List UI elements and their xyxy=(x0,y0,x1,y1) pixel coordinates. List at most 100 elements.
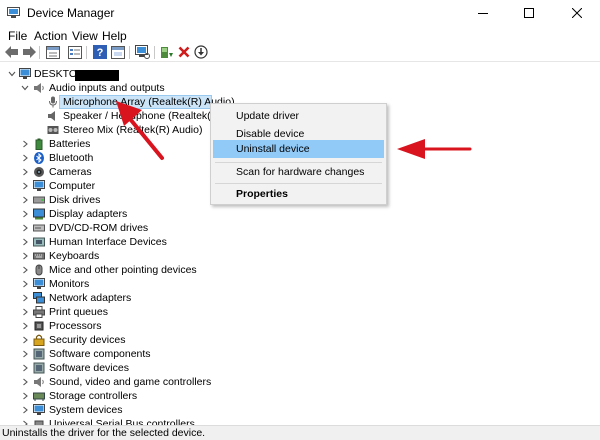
expand-icon[interactable] xyxy=(20,223,30,233)
update-driver-button[interactable] xyxy=(159,44,175,60)
update-driver-icon xyxy=(161,47,173,58)
security-device-icon xyxy=(33,334,45,346)
expand-icon[interactable] xyxy=(20,167,30,177)
expand-icon[interactable] xyxy=(20,391,30,401)
expand-icon[interactable] xyxy=(20,293,30,303)
collapse-icon[interactable] xyxy=(7,69,17,79)
category-label: DVD/CD-ROM drives xyxy=(49,222,149,234)
tree-root[interactable]: DESKTOP- xyxy=(0,67,600,81)
menu-item-uninstall-device[interactable]: Uninstall device xyxy=(213,140,384,158)
toolbar-separator xyxy=(154,46,155,59)
category-audio-inputs-outputs[interactable]: Audio inputs and outputs xyxy=(0,81,600,95)
category-keyboards[interactable]: Keyboards xyxy=(0,249,600,263)
uninstall-button[interactable] xyxy=(176,44,192,60)
keyboard-icon xyxy=(33,252,45,260)
speaker-icon xyxy=(34,83,44,93)
computer-icon xyxy=(19,68,31,79)
maximize-button[interactable] xyxy=(506,0,552,26)
close-icon xyxy=(572,8,582,18)
display-adapter-icon xyxy=(33,208,45,220)
forward-button[interactable] xyxy=(21,44,37,60)
back-button[interactable] xyxy=(4,44,20,60)
usb-icon xyxy=(34,420,44,425)
category-print-queues[interactable]: Print queues xyxy=(0,305,600,319)
disk-drive-icon xyxy=(33,196,45,204)
category-system-devices[interactable]: System devices xyxy=(0,403,600,417)
expand-icon[interactable] xyxy=(20,237,30,247)
scan-hardware-button[interactable] xyxy=(134,44,150,60)
collapse-icon[interactable] xyxy=(20,83,30,93)
menu-file[interactable]: File xyxy=(7,29,28,43)
expand-icon[interactable] xyxy=(20,363,30,373)
status-bar: Uninstalls the driver for the selected d… xyxy=(0,425,600,440)
expand-icon[interactable] xyxy=(20,279,30,289)
expand-icon[interactable] xyxy=(20,251,30,261)
category-label: Human Interface Devices xyxy=(49,236,167,248)
category-usb-controllers[interactable]: Universal Serial Bus controllers xyxy=(0,417,600,425)
category-sound-video-game[interactable]: Sound, video and game controllers xyxy=(0,375,600,389)
printer-icon xyxy=(33,306,45,318)
menu-item-scan-hardware[interactable]: Scan for hardware changes xyxy=(213,163,384,181)
category-human-interface[interactable]: Human Interface Devices xyxy=(0,235,600,249)
back-icon xyxy=(5,46,18,58)
list-view-button[interactable] xyxy=(67,44,83,60)
bluetooth-icon xyxy=(34,152,44,164)
category-label: Universal Serial Bus controllers xyxy=(49,418,195,425)
menu-item-update-driver[interactable]: Update driver xyxy=(213,107,384,125)
category-network-adapters[interactable]: Network adapters xyxy=(0,291,600,305)
expand-icon[interactable] xyxy=(20,181,30,191)
network-adapter-icon xyxy=(33,292,45,304)
menu-bar: File Action View Help xyxy=(0,26,600,46)
category-software-devices[interactable]: Software devices xyxy=(0,361,600,375)
microphone-icon xyxy=(49,96,57,108)
properties-sheet-button[interactable] xyxy=(45,44,61,60)
category-label: Monitors xyxy=(49,278,90,290)
expand-icon[interactable] xyxy=(20,377,30,387)
category-label: Network adapters xyxy=(49,292,132,304)
category-security-devices[interactable]: Security devices xyxy=(0,333,600,347)
download-icon xyxy=(194,45,208,59)
menu-view[interactable]: View xyxy=(71,29,99,43)
device-view-button[interactable] xyxy=(110,44,126,60)
expand-icon[interactable] xyxy=(20,335,30,345)
minimize-button[interactable] xyxy=(460,0,506,26)
toolbar-separator xyxy=(39,46,40,59)
expand-icon[interactable] xyxy=(20,321,30,331)
category-label: Bluetooth xyxy=(49,152,94,164)
expand-icon[interactable] xyxy=(20,349,30,359)
category-mice[interactable]: Mice and other pointing devices xyxy=(0,263,600,277)
download-button[interactable] xyxy=(193,44,209,60)
software-device-icon xyxy=(33,362,45,374)
forward-icon xyxy=(23,46,36,58)
menu-action[interactable]: Action xyxy=(33,29,68,43)
computer-icon xyxy=(33,180,45,191)
category-label: Sound, video and game controllers xyxy=(49,376,212,388)
expand-icon[interactable] xyxy=(20,195,30,205)
stereo-mix-icon xyxy=(47,126,59,134)
svg-text:?: ? xyxy=(97,47,104,59)
category-storage-controllers[interactable]: Storage controllers xyxy=(0,389,600,403)
expand-icon[interactable] xyxy=(20,153,30,163)
help-icon: ? xyxy=(93,45,107,59)
category-label: Disk drives xyxy=(49,194,101,206)
category-label: Software components xyxy=(49,348,151,360)
expand-icon[interactable] xyxy=(20,139,30,149)
category-software-components[interactable]: Software components xyxy=(0,347,600,361)
monitor-icon xyxy=(33,278,45,289)
category-display-adapters[interactable]: Display adapters xyxy=(0,207,600,221)
help-button[interactable]: ? xyxy=(92,44,108,60)
category-monitors[interactable]: Monitors xyxy=(0,277,600,291)
menu-help[interactable]: Help xyxy=(101,29,128,43)
speaker-icon xyxy=(48,111,55,121)
expand-icon[interactable] xyxy=(20,209,30,219)
expand-icon[interactable] xyxy=(20,307,30,317)
expand-icon[interactable] xyxy=(20,405,30,415)
category-dvd-cd-rom[interactable]: DVD/CD-ROM drives xyxy=(0,221,600,235)
category-label: Processors xyxy=(49,320,102,332)
category-processors[interactable]: Processors xyxy=(0,319,600,333)
close-button[interactable] xyxy=(554,0,600,26)
expand-icon[interactable] xyxy=(20,265,30,275)
battery-icon xyxy=(35,138,43,150)
status-text: Uninstalls the driver for the selected d… xyxy=(2,427,206,439)
menu-item-properties[interactable]: Properties xyxy=(213,185,384,203)
